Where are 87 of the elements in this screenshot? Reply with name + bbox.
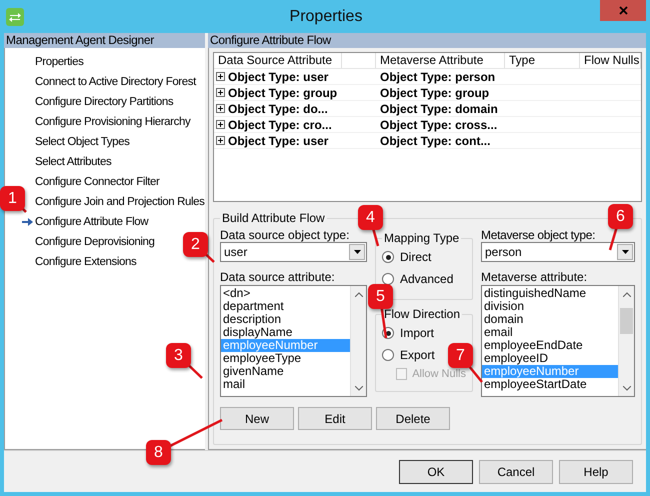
dropdown-field[interactable]: person [481,242,635,262]
table-cell: Object Type: cro... [228,116,332,132]
list-item[interactable]: distinguishedName [482,287,618,300]
radio-label: Advanced [400,271,454,288]
table-cell: Object Type: group [380,86,490,100]
scrollbar[interactable] [618,286,634,396]
table-cell: Object Type: cont... [380,134,490,148]
attribute-list[interactable]: distinguishedName division domain email employeeEndDate employeeID employeeNumber employeeStartDate [481,285,635,397]
sidebar-item[interactable]: Configure Join and Projection Rules [35,194,204,212]
callout-badge: 7 [448,343,473,368]
attribute-list[interactable]: <dn> department description displayName employeeNumber employeeType givenName mail [220,285,367,397]
sidebar-item[interactable]: Select Object Types [35,134,130,152]
table-cell: Object Type: cross... [380,118,498,132]
sidebar-item[interactable]: Configure Attribute Flow [35,214,148,232]
list-item[interactable]: mail [221,378,350,391]
dialog-button[interactable]: Help [559,460,633,484]
dialog-button[interactable]: Cancel [479,460,553,484]
list-item[interactable]: description [221,313,350,326]
list-item[interactable]: givenName [221,365,350,378]
app-icon [6,8,24,26]
close-button[interactable] [600,0,646,21]
list-item[interactable]: department [221,300,350,313]
sidebar-item[interactable]: Configure Extensions [35,254,136,272]
scroll-thumb[interactable] [620,308,633,334]
radio-button[interactable] [382,251,394,263]
radio-button[interactable] [382,273,394,285]
field-label: Data source attribute: [220,270,336,284]
group-title: Flow Direction [382,307,462,321]
sidebar-item[interactable]: Connect to Active Directory Forest [35,74,196,92]
expand-icon[interactable] [216,104,225,113]
group-title: Build Attribute Flow [220,211,327,225]
callout-badge: 8 [146,440,171,465]
table-cell: Object Type: person [380,70,496,84]
list-item[interactable]: <dn> [221,287,350,300]
radio-button[interactable] [382,349,394,361]
column-header[interactable]: Type [509,53,536,67]
list-item[interactable]: employeeEndDate [482,339,618,352]
callout-badge: 4 [358,205,383,230]
window-title: Properties [290,6,362,26]
radio-label: Import [400,325,434,342]
field-label: Metaverse attribute: [481,270,588,284]
list-item[interactable]: email [482,326,618,339]
list-item[interactable]: division [482,300,618,313]
checkbox-label: Allow Nulls [412,366,466,382]
group-title: Mapping Type [382,231,462,245]
sidebar-item[interactable]: Configure Provisioning Hierarchy [35,114,190,132]
list-item[interactable]: domain [482,313,618,326]
panel-header: Management Agent Designer [4,33,205,48]
radio-label: Direct [400,249,432,266]
table-cell: Object Type: domain [380,102,498,116]
table-cell: Object Type: user [228,132,328,148]
table-cell: Object Type: user [228,68,328,84]
panel-header: Configure Attribute Flow [208,33,646,48]
column-header[interactable]: Metaverse Attribute [380,53,484,67]
action-button[interactable]: New [220,407,294,430]
sidebar-item[interactable]: Configure Directory Partitions [35,94,174,112]
dialog-button[interactable]: OK [399,460,473,484]
callout-badge: 5 [368,284,393,309]
callout-badge: 6 [608,204,633,229]
action-button[interactable]: Delete [376,407,450,430]
list-item[interactable]: employeeID [482,352,618,365]
column-header[interactable]: Flow Nulls [584,53,640,67]
arrow-icon [22,218,33,226]
sidebar-item[interactable]: Properties [35,54,84,72]
scrollbar[interactable] [350,286,366,396]
dropdown-field[interactable]: user [220,242,367,262]
field-label: Data source object type: [220,228,350,242]
list-item[interactable]: employeeStartDate [482,378,618,391]
radio-label: Export [400,347,435,364]
action-button[interactable]: Edit [298,407,372,430]
expand-icon[interactable] [216,120,225,129]
sidebar-item[interactable]: Configure Connector Filter [35,174,160,192]
sidebar-item[interactable]: Configure Deprovisioning [35,234,155,252]
expand-icon[interactable] [216,136,225,145]
callout-badge: 2 [183,232,208,257]
sidebar-item[interactable]: Select Attributes [35,154,112,172]
table-cell: Object Type: do... [228,100,328,116]
column-header[interactable]: Data Source Attribute [218,53,332,67]
callout-badge: 3 [166,343,191,368]
callout-badge: 1 [0,186,25,211]
close-icon [618,6,628,15]
expand-icon[interactable] [216,88,225,97]
expand-icon[interactable] [216,72,225,81]
list-item[interactable]: employeeType [221,352,350,365]
field-label: Metaverse object type: [481,228,596,242]
list-item[interactable]: displayName [221,326,350,339]
table-cell: Object Type: group [228,84,338,100]
